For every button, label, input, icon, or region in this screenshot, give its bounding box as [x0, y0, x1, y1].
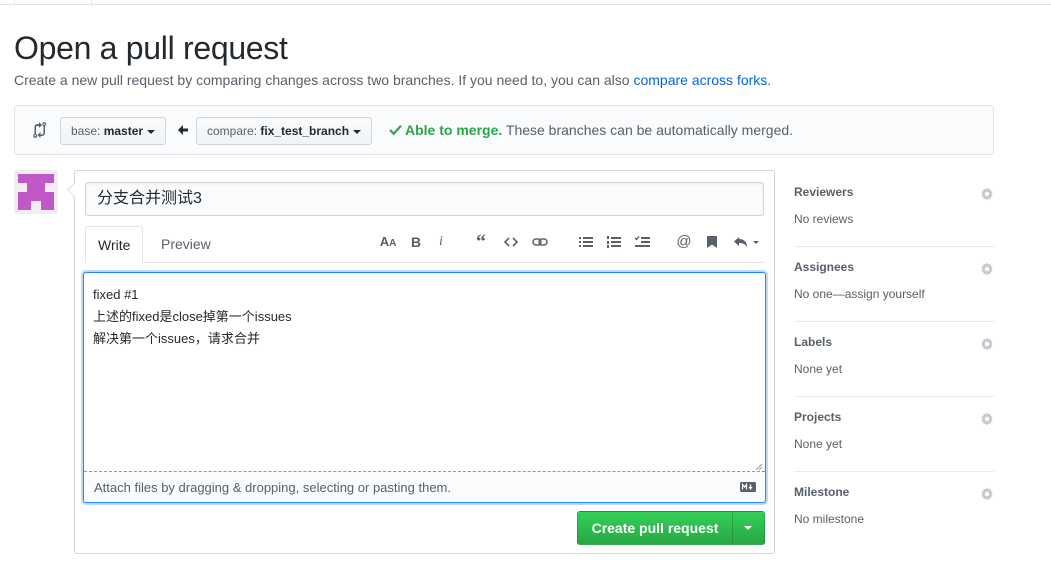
sidebar-reviewers: Reviewers No reviews: [794, 172, 994, 247]
attach-hint: Attach files by dragging & dropping, sel…: [94, 480, 451, 495]
create-pull-request-button[interactable]: Create pull request: [577, 511, 733, 545]
chevron-down-icon: [353, 129, 362, 134]
chevron-down-icon: [147, 129, 156, 134]
merge-ok-label: Able to merge.: [405, 122, 503, 138]
submit-options-dropdown[interactable]: [732, 511, 765, 545]
title-input[interactable]: 分支合并测试3: [85, 182, 764, 216]
avatar[interactable]: [14, 170, 58, 214]
description-text: Create a new pull request by comparing c…: [14, 72, 634, 88]
git-compare-icon: [33, 122, 47, 138]
identicon-icon: [14, 170, 58, 214]
top-tab-bar: [0, 0, 1051, 5]
compare-prefix: compare:: [207, 124, 261, 138]
merge-status: Able to merge. These branches can be aut…: [389, 122, 793, 138]
top-tab[interactable]: [14, 0, 92, 5]
sidebar-value[interactable]: No one—assign yourself: [794, 287, 925, 301]
file-attach-bar[interactable]: Attach files by dragging & dropping, sel…: [84, 471, 765, 502]
sidebar-heading: Milestone: [794, 485, 850, 499]
page-title: Open a pull request: [14, 30, 288, 66]
gear-icon[interactable]: [980, 337, 994, 351]
link-icon[interactable]: [529, 231, 551, 253]
mention-icon[interactable]: @: [673, 231, 695, 253]
task-list-icon[interactable]: [631, 231, 653, 253]
body-textarea[interactable]: fixed #1 上述的fixed是close掉第一个issues 解决第一个i…: [83, 272, 766, 503]
sidebar-value: None yet: [794, 437, 843, 451]
header-icon[interactable]: AA: [377, 231, 399, 253]
sidebar-value: None yet: [794, 362, 843, 376]
check-icon: [389, 124, 402, 136]
base-value: master: [103, 124, 144, 138]
gear-icon[interactable]: [980, 262, 994, 276]
sidebar-assignees: Assignees No one—assign yourself: [794, 247, 994, 322]
compare-value: fix_test_branch: [260, 124, 350, 138]
resize-handle-icon[interactable]: [755, 463, 763, 471]
quote-icon[interactable]: “: [470, 231, 492, 253]
base-prefix: base:: [71, 124, 104, 138]
branch-range-bar: base: master compare: fix_test_branch Ab…: [14, 105, 994, 155]
base-branch-select[interactable]: base: master: [60, 117, 167, 145]
markdown-icon[interactable]: [740, 482, 756, 492]
sidebar-heading: Reviewers: [794, 185, 854, 199]
body-text[interactable]: fixed #1 上述的fixed是close掉第一个issues 解决第一个i…: [93, 284, 292, 350]
description-suffix: .: [767, 72, 772, 88]
gear-icon[interactable]: [980, 487, 994, 501]
ordered-list-icon[interactable]: [603, 231, 625, 253]
pull-request-form: 分支合并测试3 Write Preview AA B i “ @ fixed #…: [67, 170, 775, 554]
sidebar-heading: Labels: [794, 335, 833, 349]
sidebar-labels: Labels None yet: [794, 322, 994, 397]
sidebar-projects: Projects None yet: [794, 397, 994, 472]
saved-reply-icon[interactable]: [701, 231, 723, 253]
compare-across-forks-link[interactable]: compare across forks: [633, 72, 767, 88]
arrow-left-icon: [178, 125, 188, 135]
tab-write[interactable]: Write: [85, 226, 144, 263]
sidebar-value: No reviews: [794, 212, 854, 226]
merge-message: These branches can be automatically merg…: [502, 122, 794, 138]
reply-icon[interactable]: [732, 231, 762, 253]
bold-icon[interactable]: B: [405, 231, 427, 253]
sidebar: Reviewers No reviews Assignees No one—as…: [794, 172, 994, 547]
compare-branch-select[interactable]: compare: fix_test_branch: [196, 117, 373, 145]
chevron-down-icon: [744, 526, 752, 530]
sidebar-value: No milestone: [794, 512, 865, 526]
sidebar-milestone: Milestone No milestone: [794, 472, 994, 547]
page-description: Create a new pull request by comparing c…: [14, 72, 771, 88]
gear-icon[interactable]: [980, 412, 994, 426]
sidebar-heading: Assignees: [794, 260, 855, 274]
code-icon[interactable]: [500, 231, 522, 253]
gear-icon[interactable]: [980, 187, 994, 201]
tab-preview[interactable]: Preview: [149, 226, 223, 263]
unordered-list-icon[interactable]: [575, 231, 597, 253]
italic-icon[interactable]: i: [430, 231, 452, 253]
sidebar-heading: Projects: [794, 410, 842, 424]
